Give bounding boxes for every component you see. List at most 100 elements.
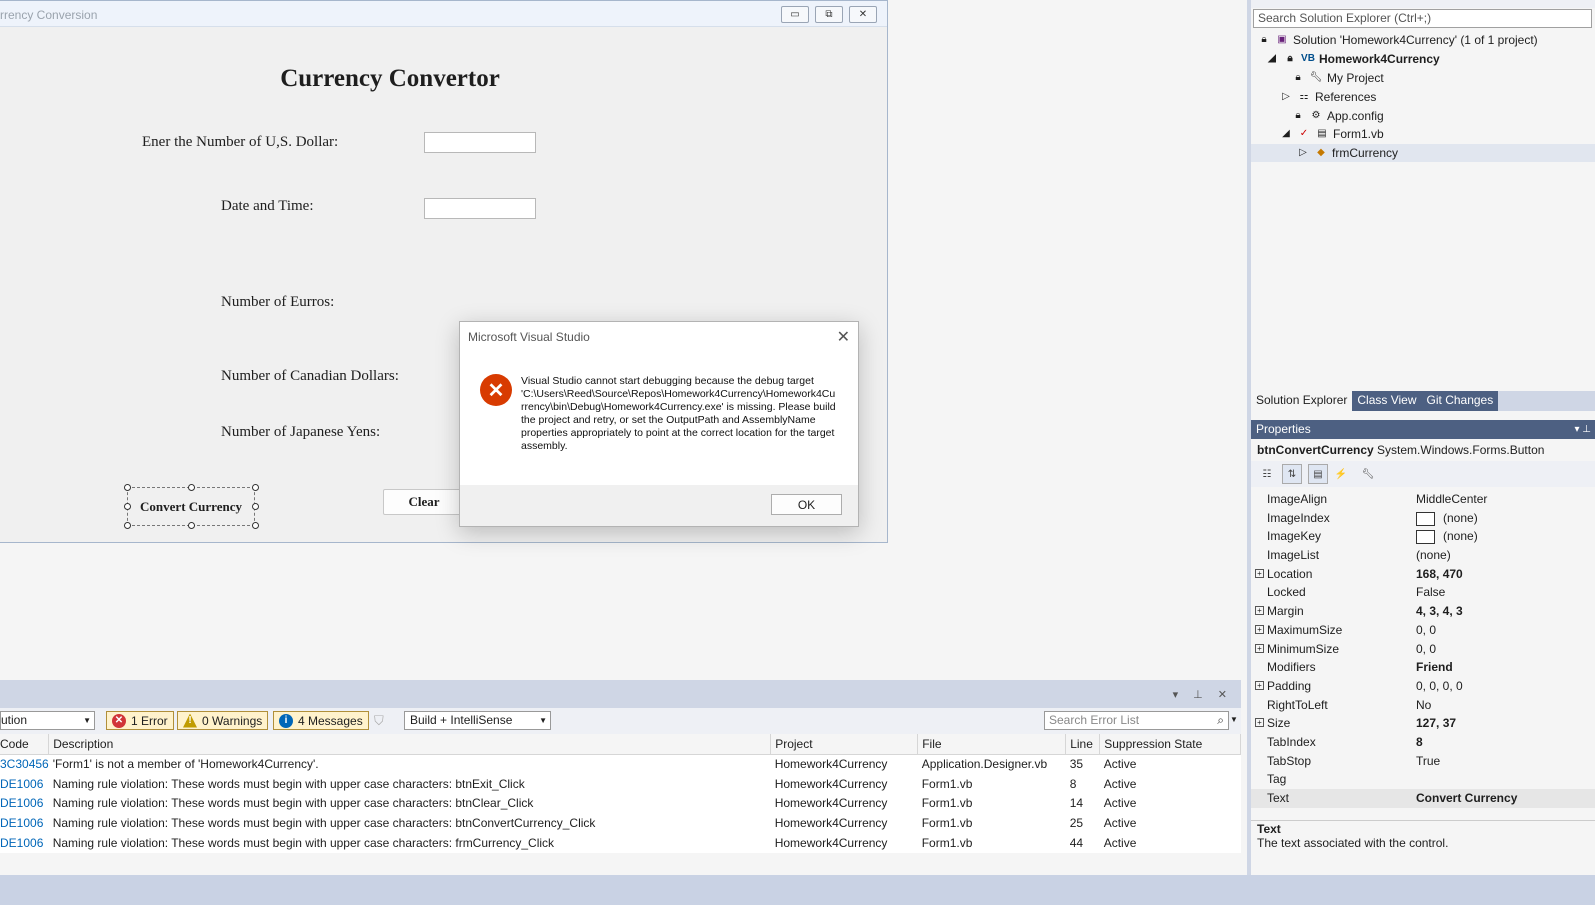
column-header[interactable]: File — [917, 734, 1067, 755]
property-value[interactable]: 0, 0 — [1416, 640, 1436, 659]
column-header[interactable]: Line — [1065, 734, 1101, 755]
tree-item-my-project[interactable]: 🔒︎ 🔧︎ My Project — [1291, 69, 1383, 87]
resize-handle[interactable] — [252, 522, 259, 529]
property-row[interactable]: ImageKey (none) — [1251, 527, 1595, 546]
close-icon[interactable]: ✕ — [837, 327, 850, 347]
column-header[interactable]: Project — [770, 734, 919, 755]
property-value[interactable]: 0, 0 — [1416, 621, 1436, 640]
property-value[interactable]: MiddleCenter — [1416, 490, 1487, 509]
events-icon[interactable]: ⚡ — [1331, 464, 1351, 484]
property-value[interactable]: No — [1416, 696, 1431, 715]
properties-icon[interactable]: ▤ — [1308, 464, 1328, 484]
ok-button[interactable]: OK — [771, 494, 842, 515]
property-pages-icon[interactable]: 🔧︎ — [1358, 464, 1378, 484]
error-code[interactable]: 3C30456 — [0, 754, 49, 774]
expand-icon[interactable]: + — [1255, 643, 1264, 653]
column-header[interactable]: Suppression State — [1099, 734, 1241, 755]
tree-item-project[interactable]: ◢ 🔒︎ VB Homework4Currency — [1265, 50, 1440, 68]
error-code[interactable]: DE1006 — [0, 793, 49, 814]
error-code[interactable]: DE1006 — [0, 833, 49, 853]
collapsed-arrow-icon[interactable]: ▷ — [1296, 146, 1310, 160]
property-value[interactable]: (none) — [1416, 546, 1451, 565]
property-row[interactable]: Tag — [1251, 770, 1595, 789]
property-value[interactable]: (none) — [1416, 527, 1478, 546]
expand-icon[interactable]: + — [1255, 606, 1264, 616]
datetime-input[interactable] — [424, 198, 536, 219]
property-row[interactable]: ImageList (none) — [1251, 546, 1595, 565]
table-row[interactable]: DE1006 Naming rule violation: These word… — [0, 793, 1241, 814]
expand-icon[interactable]: + — [1255, 680, 1264, 690]
error-search-input[interactable]: Search Error List ⌕ — [1044, 711, 1229, 730]
column-header[interactable]: Description — [48, 734, 772, 755]
tab-solution-explorer[interactable]: Solution Explorer — [1251, 391, 1353, 411]
property-value[interactable]: 4, 3, 4, 3 — [1416, 602, 1463, 621]
categorized-icon[interactable]: ☷ — [1257, 464, 1277, 484]
chevron-down-icon[interactable]: ▼ — [1230, 715, 1238, 724]
tab-class-view[interactable]: Class View — [1352, 391, 1422, 411]
property-row[interactable]: + MinimumSize 0, 0 — [1251, 640, 1595, 659]
close-button[interactable]: ✕ — [849, 6, 877, 23]
property-row[interactable]: TabStop True — [1251, 752, 1595, 771]
property-row[interactable]: + Size 127, 37 — [1251, 714, 1595, 733]
tree-item-form1[interactable]: ◢ ✓ ▤ Form1.vb — [1279, 125, 1384, 143]
property-value[interactable]: 0, 0, 0, 0 — [1416, 677, 1463, 696]
resize-handle[interactable] — [188, 484, 195, 491]
property-value[interactable]: False — [1416, 583, 1445, 602]
property-row[interactable]: ImageIndex (none) — [1251, 509, 1595, 528]
filter-icon[interactable]: ⛉ — [374, 713, 384, 729]
property-row[interactable]: Modifiers Friend — [1251, 658, 1595, 677]
resize-handle[interactable] — [188, 522, 195, 529]
property-row[interactable]: Locked False — [1251, 583, 1595, 602]
build-filter-dropdown[interactable]: Build + IntelliSense ▼ — [404, 711, 551, 730]
collapsed-arrow-icon[interactable]: ▷ — [1279, 90, 1293, 104]
warnings-filter-button[interactable]: ! 0 Warnings — [177, 711, 269, 730]
tree-item-references[interactable]: ▷ ⚏ References — [1279, 88, 1376, 106]
table-row[interactable]: DE1006 Naming rule violation: These word… — [0, 773, 1241, 794]
property-value[interactable]: 168, 470 — [1416, 565, 1463, 584]
clear-button[interactable]: Clear — [383, 489, 465, 515]
tree-item-frmcurrency[interactable]: ▷ ◆ frmCurrency — [1251, 144, 1595, 162]
property-row[interactable]: + Padding 0, 0, 0, 0 — [1251, 677, 1595, 696]
tree-item-app-config[interactable]: 🔒︎ ⚙ App.config — [1291, 107, 1383, 125]
expanded-arrow-icon[interactable]: ◢ — [1279, 127, 1293, 141]
usd-input[interactable] — [424, 132, 536, 153]
convert-currency-button[interactable]: Convert Currency — [131, 492, 251, 521]
property-row[interactable]: RightToLeft No — [1251, 696, 1595, 715]
property-value[interactable]: Friend — [1416, 658, 1453, 677]
tab-git-changes[interactable]: Git Changes — [1421, 391, 1499, 411]
property-row[interactable]: + Margin 4, 3, 4, 3 — [1251, 602, 1595, 621]
error-code[interactable]: DE1006 — [0, 773, 49, 794]
expand-icon[interactable]: + — [1255, 624, 1264, 634]
expand-icon[interactable]: + — [1255, 568, 1264, 578]
property-row[interactable]: + MaximumSize 0, 0 — [1251, 621, 1595, 640]
table-row[interactable]: DE1006 Naming rule violation: These word… — [0, 813, 1241, 834]
errors-filter-button[interactable]: ✕ 1 Error — [106, 711, 174, 730]
property-value[interactable]: 8 — [1416, 733, 1423, 752]
minimize-button[interactable]: ▭ — [781, 6, 809, 23]
pin-icon[interactable]: ▾ ⊥ — [1574, 420, 1591, 439]
restore-button[interactable]: ⧉ — [815, 6, 843, 23]
property-value[interactable]: Convert Currency — [1416, 789, 1517, 808]
form-titlebar[interactable]: rrency Conversion ▭ ⧉ ✕ — [0, 1, 887, 27]
scope-dropdown[interactable]: ution ▼ — [0, 711, 95, 730]
error-dialog[interactable]: Microsoft Visual Studio ✕ ✕ Visual Studi… — [459, 321, 859, 527]
property-value[interactable]: (none) — [1416, 509, 1478, 528]
search-icon[interactable]: ⌕ — [1217, 712, 1224, 729]
error-code[interactable]: DE1006 — [0, 813, 49, 834]
resize-handle[interactable] — [124, 522, 131, 529]
column-header[interactable]: Code — [0, 734, 50, 755]
property-row[interactable]: ImageAlign MiddleCenter — [1251, 490, 1595, 509]
property-row[interactable]: Text Convert Currency — [1251, 789, 1595, 808]
panel-controls[interactable]: ▾ ⊥ ✕ — [1173, 688, 1233, 701]
alphabetical-icon[interactable]: ⇅ — [1282, 464, 1302, 484]
tree-item-solution[interactable]: 🔒︎ ▣ Solution 'Homework4Currency' (1 of … — [1257, 31, 1537, 49]
expanded-arrow-icon[interactable]: ◢ — [1265, 52, 1279, 66]
table-row[interactable]: DE1006 Naming rule violation: These word… — [0, 833, 1241, 853]
object-selector[interactable]: btnConvertCurrency System.Windows.Forms.… — [1251, 439, 1595, 461]
property-value[interactable]: 127, 37 — [1416, 714, 1456, 733]
property-value[interactable]: True — [1416, 752, 1440, 771]
resize-handle[interactable] — [252, 484, 259, 491]
messages-filter-button[interactable]: i 4 Messages — [273, 711, 369, 730]
property-row[interactable]: TabIndex 8 — [1251, 733, 1595, 752]
property-row[interactable]: + Location 168, 470 — [1251, 565, 1595, 584]
